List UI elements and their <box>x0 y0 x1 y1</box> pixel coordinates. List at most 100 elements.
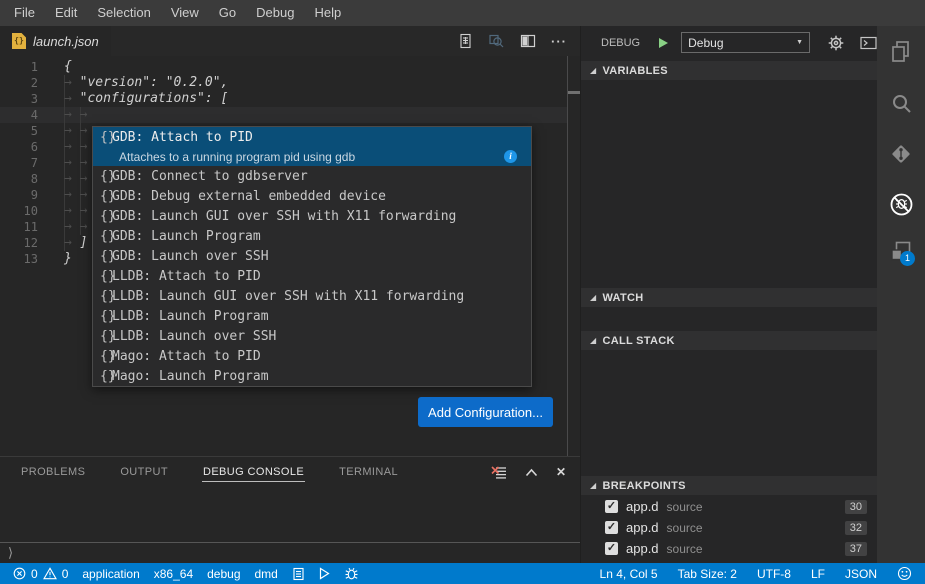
cursor-position[interactable]: Ln 4, Col 5 <box>593 563 665 584</box>
line-number[interactable]: 2 <box>0 75 38 91</box>
tab-whitespace-arrow-icon: → <box>64 91 80 107</box>
line-number[interactable]: 13 <box>0 251 38 267</box>
menu-edit[interactable]: Edit <box>45 0 87 26</box>
panel-tab-problems[interactable]: PROBLEMS <box>20 462 86 482</box>
start-debugging-button[interactable] <box>659 38 668 48</box>
maximize-panel-icon[interactable] <box>524 466 539 479</box>
code-line[interactable]: 1{ <box>0 59 567 75</box>
problems-status[interactable]: 0 0 <box>6 563 75 584</box>
info-icon[interactable]: i <box>504 150 517 163</box>
menu-go[interactable]: Go <box>209 0 246 26</box>
code-content: →"version": "0.2.0", <box>38 75 228 91</box>
feedback-smiley-icon[interactable] <box>890 563 919 584</box>
suggest-selected-item[interactable]: {} GDB: Attach to PID Attaches to a runn… <box>93 127 531 166</box>
close-panel-icon[interactable]: ✕ <box>556 465 566 479</box>
breakpoint-checkbox[interactable]: ✓ <box>605 521 618 534</box>
debug-sidebar: DEBUG Debug ▼ <box>580 26 877 563</box>
search-icon[interactable] <box>877 80 925 128</box>
suggest-item[interactable]: {}GDB: Launch GUI over SSH with X11 forw… <box>93 206 531 226</box>
code-line[interactable]: 3→"configurations": [ <box>0 91 567 107</box>
open-preview-icon[interactable] <box>488 33 505 49</box>
menu-selection[interactable]: Selection <box>87 0 160 26</box>
tab-whitespace-arrow-icon: → <box>64 139 80 155</box>
explorer-icon[interactable] <box>877 28 925 76</box>
breakpoint-row[interactable]: ✓app.dsource30 <box>581 496 877 517</box>
tab-whitespace-arrow-icon: → <box>64 171 80 187</box>
menu-file[interactable]: File <box>4 0 45 26</box>
suggest-item[interactable]: {}Mago: Attach to PID <box>93 346 531 366</box>
tab-size-indicator[interactable]: Tab Size: 2 <box>671 563 744 584</box>
line-number[interactable]: 9 <box>0 187 38 203</box>
line-number[interactable]: 7 <box>0 155 38 171</box>
dub-project-icon[interactable] <box>285 563 312 584</box>
section-watch[interactable]: ◢ WATCH <box>581 288 877 307</box>
suggest-item[interactable]: {}GDB: Launch over SSH <box>93 246 531 266</box>
suggest-item[interactable]: {}LLDB: Attach to PID <box>93 266 531 286</box>
build-config-indicator[interactable]: debug <box>200 563 247 584</box>
open-debug-console-icon[interactable] <box>860 36 877 50</box>
section-breakpoints[interactable]: ◢ BREAKPOINTS <box>581 476 877 495</box>
overview-ruler[interactable] <box>567 56 580 456</box>
line-number[interactable]: 3 <box>0 91 38 107</box>
suggest-item[interactable]: {}LLDB: Launch GUI over SSH with X11 for… <box>93 286 531 306</box>
split-editor-icon[interactable] <box>520 33 536 49</box>
suggest-item[interactable]: {}LLDB: Launch Program <box>93 306 531 326</box>
encoding-indicator[interactable]: UTF-8 <box>750 563 798 584</box>
breakpoint-row[interactable]: ✓app.dsource37 <box>581 538 877 559</box>
panel-tab-output[interactable]: OUTPUT <box>119 462 169 482</box>
panel-tab-terminal[interactable]: TERMINAL <box>338 462 399 482</box>
panel-actions: ✕ <box>491 465 566 480</box>
arch-indicator[interactable]: x86_64 <box>147 563 200 584</box>
build-type-indicator[interactable]: application <box>75 563 146 584</box>
panel-tab-debug-console[interactable]: DEBUG CONSOLE <box>202 462 305 482</box>
compiler-indicator[interactable]: dmd <box>248 563 285 584</box>
code-content: →→ <box>38 123 95 139</box>
document-icon[interactable] <box>458 33 473 49</box>
line-number[interactable]: 5 <box>0 123 38 139</box>
debug-console-input[interactable]: ⟩ <box>0 542 580 563</box>
breakpoint-checkbox[interactable]: ✓ <box>605 542 618 555</box>
menu-debug[interactable]: Debug <box>246 0 304 26</box>
debug-icon[interactable] <box>877 180 925 228</box>
suggest-item-label: GDB: Connect to gdbserver <box>112 169 308 184</box>
line-number[interactable]: 4 <box>0 107 38 123</box>
language-indicator[interactable]: JSON <box>838 563 884 584</box>
suggest-item[interactable]: {}Mago: Launch Program <box>93 366 531 386</box>
code-line[interactable]: 4→→ <box>0 107 567 123</box>
menu-help[interactable]: Help <box>304 0 351 26</box>
line-number[interactable]: 10 <box>0 203 38 219</box>
extensions-icon[interactable]: 1 <box>877 228 925 276</box>
suggest-item-label: GDB: Debug external embedded device <box>112 189 386 204</box>
breakpoint-checkbox[interactable]: ✓ <box>605 500 618 513</box>
menu-view[interactable]: View <box>161 0 209 26</box>
source-control-icon[interactable] <box>877 130 925 178</box>
configure-launch-gear-icon[interactable] <box>827 34 845 52</box>
breakpoint-row[interactable]: ✓app.dsource32 <box>581 517 877 538</box>
suggest-item[interactable]: {}GDB: Launch Program <box>93 226 531 246</box>
add-configuration-button[interactable]: Add Configuration... <box>418 397 553 427</box>
ruler-cursor-marker <box>568 91 580 94</box>
section-call-stack[interactable]: ◢ CALL STACK <box>581 331 877 350</box>
more-actions-icon[interactable]: ··· <box>551 34 567 49</box>
suggest-item[interactable]: {}GDB: Connect to gdbserver <box>93 166 531 186</box>
run-icon[interactable] <box>312 563 337 584</box>
clear-console-icon[interactable] <box>491 465 507 480</box>
json-file-icon: {} <box>12 33 26 49</box>
debug-bug-icon[interactable] <box>337 563 366 584</box>
tab-launch-json[interactable]: {} launch.json <box>0 26 111 56</box>
line-number[interactable]: 8 <box>0 171 38 187</box>
suggest-item[interactable]: {}LLDB: Launch over SSH <box>93 326 531 346</box>
line-number[interactable]: 11 <box>0 219 38 235</box>
line-number[interactable]: 1 <box>0 59 38 75</box>
breakpoint-kind: source <box>667 500 703 514</box>
section-variables[interactable]: ◢ VARIABLES <box>581 61 877 80</box>
code-line[interactable]: 2→"version": "0.2.0", <box>0 75 567 91</box>
line-number[interactable]: 12 <box>0 235 38 251</box>
suggest-item[interactable]: {}GDB: Debug external embedded device <box>93 186 531 206</box>
line-number[interactable]: 6 <box>0 139 38 155</box>
code-text: } <box>64 251 72 266</box>
code-editor[interactable]: 1{2→"version": "0.2.0",3→"configurations… <box>0 56 580 456</box>
debug-config-select[interactable]: Debug ▼ <box>681 32 810 53</box>
eol-indicator[interactable]: LF <box>804 563 832 584</box>
breakpoint-line-badge: 37 <box>845 542 867 556</box>
